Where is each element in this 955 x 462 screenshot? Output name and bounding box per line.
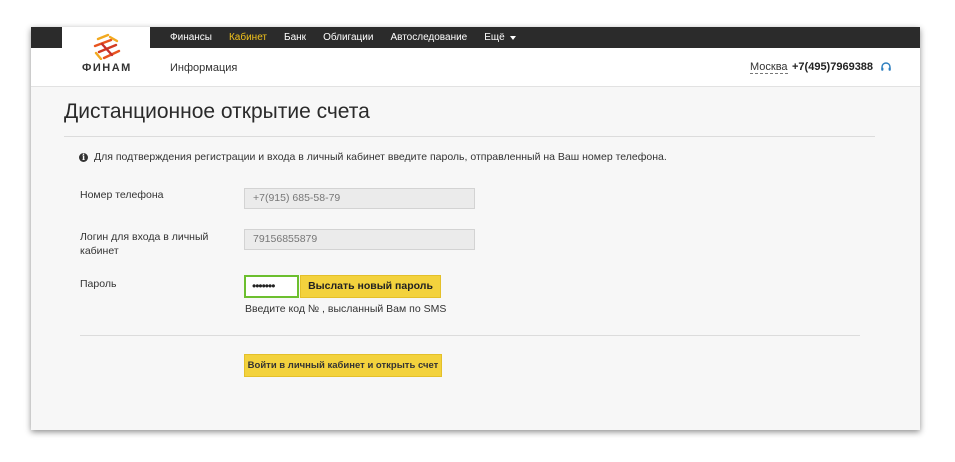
divider	[64, 136, 875, 137]
browser-page: Финансы Кабинет Банк Облигации Автоследо…	[31, 27, 920, 430]
page-title: Дистанционное открытие счета	[64, 100, 370, 123]
resend-password-button[interactable]: Выслать новый пароль	[300, 275, 441, 298]
info-icon: i	[79, 152, 88, 162]
info-text: Для подтверждения регистрации и входа в …	[94, 151, 667, 163]
phone-field[interactable]: +7(915) 685-58-79	[244, 188, 475, 209]
password-field[interactable]: •••••••	[244, 275, 299, 298]
nav-more-label: Ещё	[484, 32, 505, 43]
login-label: Логин для входа в личный кабинет	[80, 231, 209, 257]
login-field[interactable]: 79156855879	[244, 229, 475, 250]
login-open-account-button[interactable]: Войти в личный кабинет и открыть счет	[244, 354, 442, 377]
sub-header: Информация Москва +7(495)7969388	[31, 48, 920, 87]
logo-text: ФИНАМ	[82, 62, 132, 74]
nav-autofollow[interactable]: Автоследование	[390, 32, 467, 43]
nav-finance[interactable]: Финансы	[170, 32, 212, 43]
finam-logo-icon	[93, 33, 121, 60]
nav-more[interactable]: Ещё	[484, 32, 516, 43]
nav-bank[interactable]: Банк	[284, 32, 306, 43]
nav-cabinet[interactable]: Кабинет	[229, 32, 267, 43]
password-label: Пароль	[80, 278, 117, 290]
headset-icon[interactable]	[880, 61, 892, 73]
info-message: i Для подтверждения регистрации и входа …	[79, 151, 667, 163]
contact-phone: +7(495)7969388	[792, 61, 874, 73]
nav-bonds[interactable]: Облигации	[323, 32, 373, 43]
city-selector[interactable]: Москва	[750, 61, 788, 74]
sms-hint: Введите код № , высланный Вам по SMS	[245, 303, 447, 315]
divider	[80, 335, 860, 336]
top-nav: Финансы Кабинет Банк Облигации Автоследо…	[170, 27, 533, 48]
sub-nav-information[interactable]: Информация	[170, 62, 237, 74]
chevron-down-icon	[509, 35, 516, 40]
logo[interactable]: ФИНАМ	[62, 27, 150, 86]
top-navigation-bar: Финансы Кабинет Банк Облигации Автоследо…	[31, 27, 920, 48]
phone-label: Номер телефона	[80, 189, 164, 201]
